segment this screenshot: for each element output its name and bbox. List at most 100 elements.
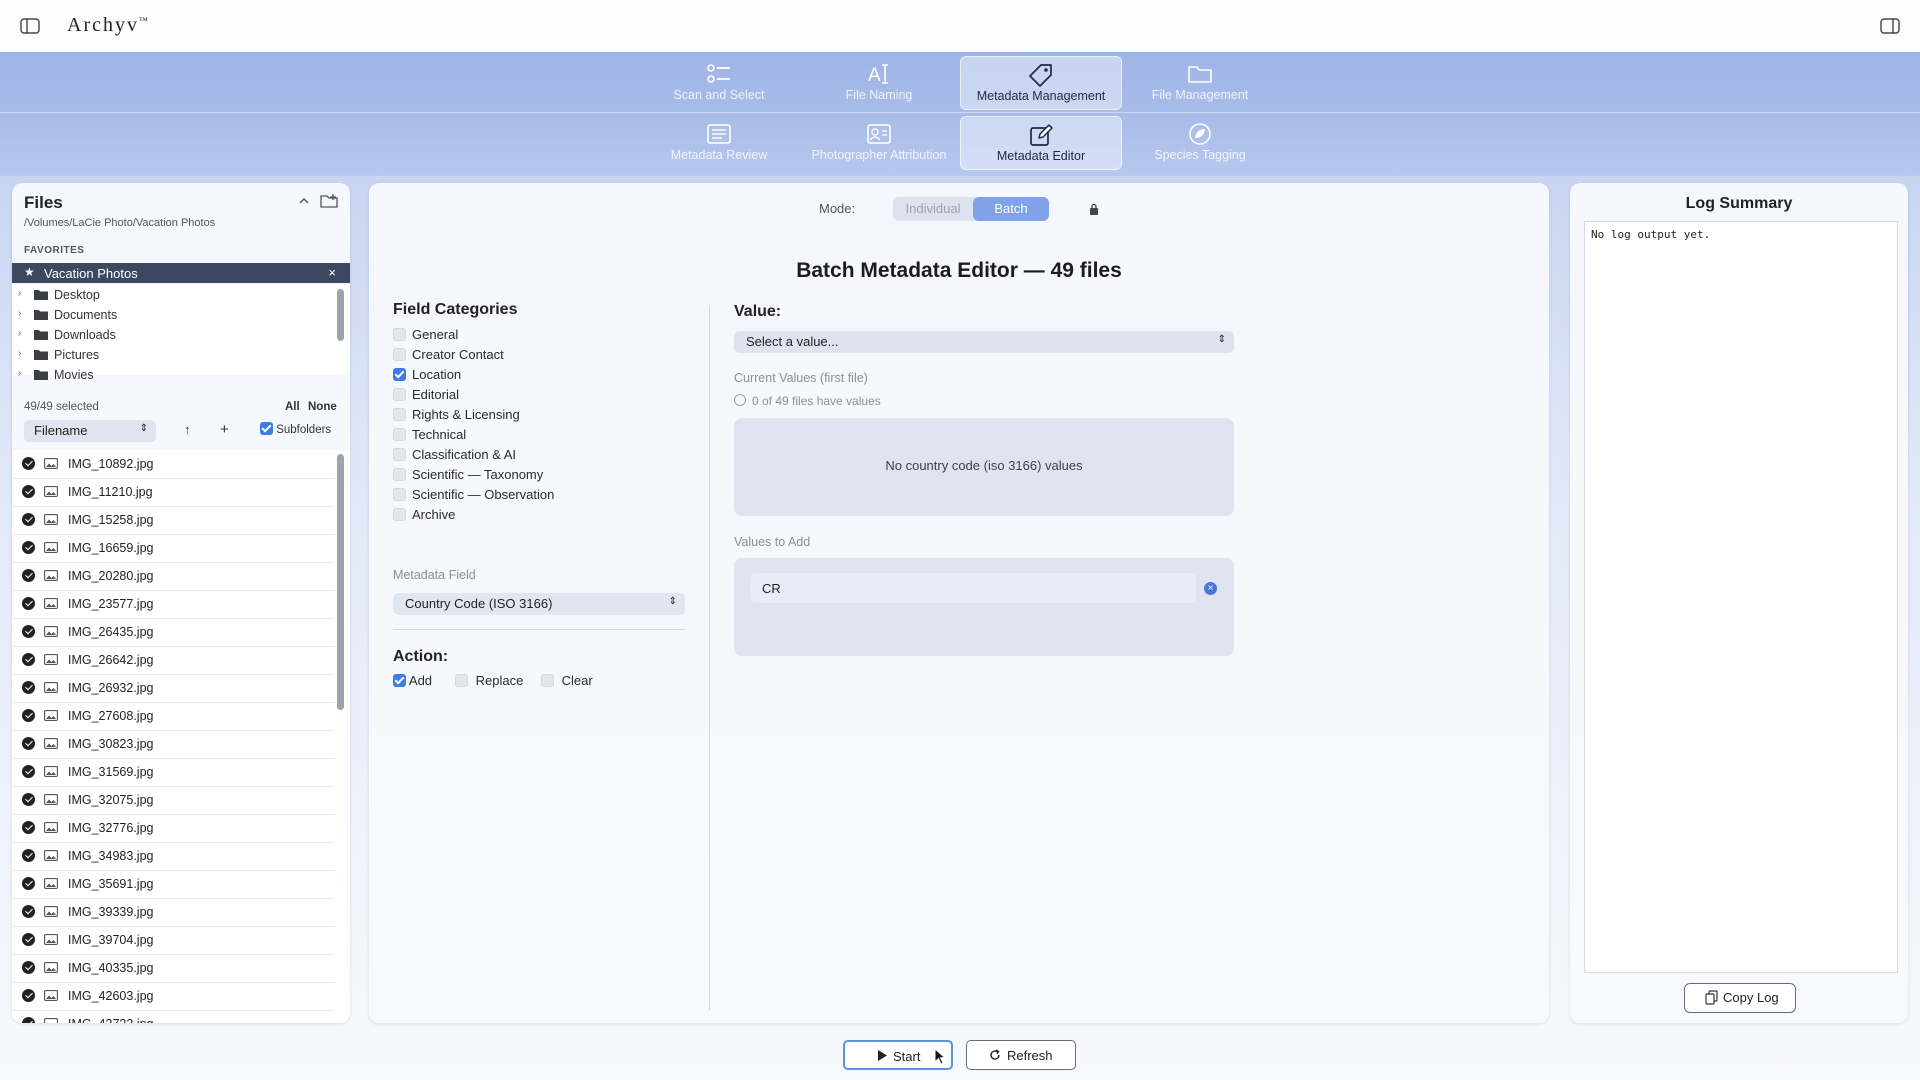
checkmark-circle-icon[interactable] (22, 513, 35, 526)
add-icon[interactable]: + (220, 421, 229, 438)
category-technical[interactable]: Technical (393, 427, 466, 445)
checkbox-icon[interactable] (455, 674, 468, 687)
folder-add-icon[interactable] (320, 193, 340, 209)
checkmark-circle-icon[interactable] (22, 597, 35, 610)
tab-file-naming[interactable]: A File Naming (799, 56, 959, 108)
tree-item-pictures[interactable]: › Pictures (12, 345, 332, 365)
file-row[interactable]: IMG_40335.jpg (12, 954, 334, 983)
file-row[interactable]: IMG_26435.jpg (12, 618, 334, 647)
file-row[interactable]: IMG_43723.jpg (12, 1010, 334, 1023)
checkbox-icon[interactable] (393, 328, 406, 341)
checkmark-circle-icon[interactable] (22, 1017, 35, 1023)
chevron-right-icon[interactable]: › (18, 308, 21, 319)
chevron-right-icon[interactable]: › (18, 288, 21, 299)
checkmark-circle-icon[interactable] (22, 709, 35, 722)
category-rights-licensing[interactable]: Rights & Licensing (393, 407, 520, 425)
file-row[interactable]: IMG_32075.jpg (12, 786, 334, 815)
tab-file-management[interactable]: File Management (1120, 56, 1280, 108)
tree-item-movies[interactable]: › Movies (12, 365, 332, 385)
tree-item-documents[interactable]: › Documents (12, 305, 332, 325)
checkbox-icon[interactable] (393, 488, 406, 501)
file-row[interactable]: IMG_30823.jpg (12, 730, 334, 759)
tab-species-tagging[interactable]: Species Tagging (1120, 116, 1280, 168)
checkbox-icon[interactable] (393, 468, 406, 481)
close-icon[interactable]: × (328, 265, 336, 280)
file-row[interactable]: IMG_26642.jpg (12, 646, 334, 675)
chevron-right-icon[interactable]: › (18, 328, 21, 339)
tab-metadata-review[interactable]: Metadata Review (639, 116, 799, 168)
file-row[interactable]: IMG_39339.jpg (12, 898, 334, 927)
checkmark-circle-icon[interactable] (22, 905, 35, 918)
checkmark-circle-icon[interactable] (22, 485, 35, 498)
tree-item-downloads[interactable]: › Downloads (12, 325, 332, 345)
checkbox-icon[interactable] (393, 448, 406, 461)
file-row[interactable]: IMG_16659.jpg (12, 534, 334, 563)
chevron-right-icon[interactable]: › (18, 368, 21, 379)
tree-scrollbar[interactable] (337, 289, 344, 341)
mode-individual[interactable]: Individual (893, 197, 973, 221)
file-row[interactable]: IMG_11210.jpg (12, 478, 334, 507)
checkbox-icon[interactable] (393, 428, 406, 441)
refresh-button[interactable]: Refresh (966, 1040, 1076, 1070)
metadata-field-select[interactable]: Country Code (ISO 3166) ⇕ (393, 593, 685, 615)
favorite-item[interactable]: ★ Vacation Photos × (12, 263, 350, 283)
category-location[interactable]: Location (393, 367, 461, 385)
checkmark-circle-icon[interactable] (22, 457, 35, 470)
inspector-toggle-icon[interactable] (1880, 18, 1900, 34)
checkmark-circle-icon[interactable] (22, 625, 35, 638)
checkbox-icon[interactable] (393, 348, 406, 361)
chevron-right-icon[interactable]: › (18, 348, 21, 359)
value-select[interactable]: Select a value... ⇕ (734, 331, 1234, 353)
action-clear[interactable]: Clear (541, 673, 593, 688)
remove-value-icon[interactable]: × (1204, 582, 1217, 595)
tab-scan-and-select[interactable]: Scan and Select (639, 56, 799, 108)
select-all-button[interactable]: All (285, 401, 300, 413)
checkmark-circle-icon[interactable] (22, 653, 35, 666)
checkbox-checked-icon[interactable] (393, 368, 406, 381)
checkmark-circle-icon[interactable] (22, 849, 35, 862)
tab-photographer-attribution[interactable]: Photographer Attribution (799, 116, 959, 168)
file-row[interactable]: IMG_15258.jpg (12, 506, 334, 535)
checkbox-icon[interactable] (393, 408, 406, 421)
file-row[interactable]: IMG_32776.jpg (12, 814, 334, 843)
category-scientific-taxonomy[interactable]: Scientific — Taxonomy (393, 467, 543, 485)
select-none-button[interactable]: None (308, 401, 337, 413)
checkmark-circle-icon[interactable] (22, 541, 35, 554)
checkmark-circle-icon[interactable] (22, 989, 35, 1002)
checkbox-checked-icon[interactable] (393, 674, 406, 687)
file-row[interactable]: IMG_42603.jpg (12, 982, 334, 1011)
action-add[interactable]: Add (393, 673, 432, 688)
file-row[interactable]: IMG_35691.jpg (12, 870, 334, 899)
file-row[interactable]: IMG_31569.jpg (12, 758, 334, 787)
file-row[interactable]: IMG_10892.jpg (12, 450, 334, 479)
chevron-up-icon[interactable] (298, 195, 310, 207)
checkbox-icon[interactable] (393, 388, 406, 401)
sort-ascending-icon[interactable]: ↑ (184, 422, 191, 437)
category-classification-ai[interactable]: Classification & AI (393, 447, 516, 465)
file-row[interactable]: IMG_27608.jpg (12, 702, 334, 731)
checkmark-circle-icon[interactable] (22, 821, 35, 834)
checkmark-circle-icon[interactable] (22, 793, 35, 806)
checkmark-circle-icon[interactable] (22, 681, 35, 694)
checkmark-circle-icon[interactable] (22, 961, 35, 974)
subfolders-toggle[interactable]: Subfolders (260, 422, 331, 436)
category-archive[interactable]: Archive (393, 507, 455, 525)
category-creator-contact[interactable]: Creator Contact (393, 347, 504, 365)
category-general[interactable]: General (393, 327, 458, 345)
file-row[interactable]: IMG_34983.jpg (12, 842, 334, 871)
checkmark-circle-icon[interactable] (22, 933, 35, 946)
sidebar-toggle-icon[interactable] (20, 18, 40, 34)
value-entry[interactable]: CR (750, 573, 1196, 603)
checkmark-circle-icon[interactable] (22, 765, 35, 778)
action-replace[interactable]: Replace (455, 673, 523, 688)
file-row[interactable]: IMG_23577.jpg (12, 590, 334, 619)
file-row[interactable]: IMG_26932.jpg (12, 674, 334, 703)
tab-metadata-management[interactable]: Metadata Management (960, 56, 1122, 110)
checkmark-circle-icon[interactable] (22, 737, 35, 750)
checkbox-checked-icon[interactable] (260, 422, 273, 435)
copy-log-button[interactable]: Copy Log (1684, 983, 1796, 1013)
mode-batch[interactable]: Batch (973, 197, 1049, 221)
checkbox-icon[interactable] (393, 508, 406, 521)
tree-item-desktop[interactable]: › Desktop (12, 285, 332, 305)
file-row[interactable]: IMG_20280.jpg (12, 562, 334, 591)
